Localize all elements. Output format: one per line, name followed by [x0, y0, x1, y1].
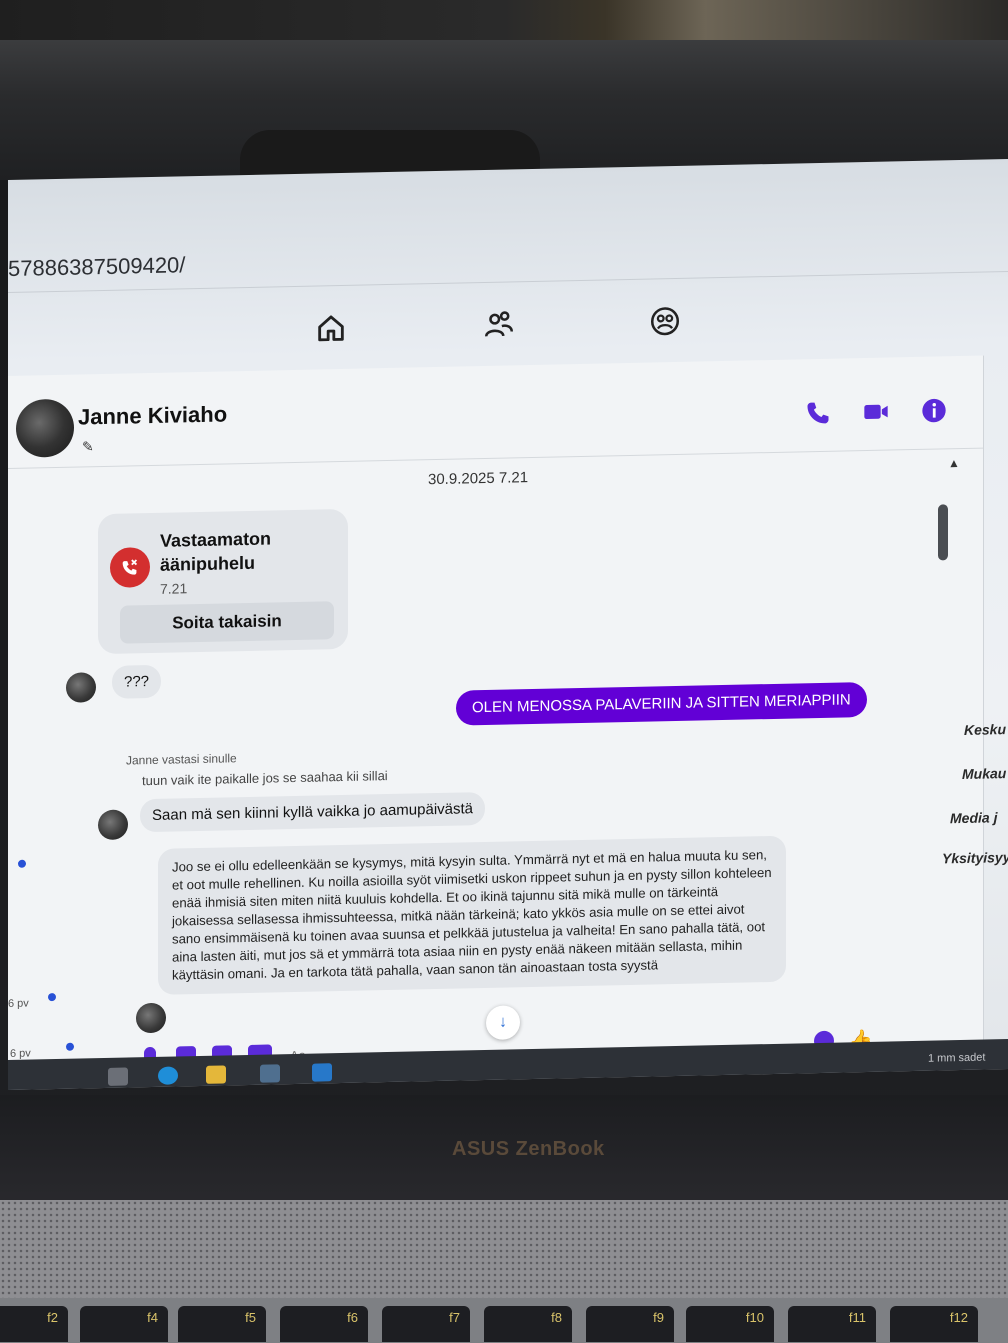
video-call-icon[interactable] [860, 395, 892, 428]
key-f10[interactable]: f10 [686, 1306, 774, 1342]
sidebar-item-privacy[interactable]: Yksityisyy [942, 849, 1008, 866]
muted-icon: ✎ [82, 438, 94, 455]
scrollbar-thumb[interactable] [938, 504, 948, 561]
sidebar-item-customize[interactable]: Mukau [962, 765, 1006, 782]
key-f6[interactable]: f6 [280, 1306, 368, 1342]
file-explorer-icon[interactable] [206, 1065, 226, 1084]
sender-avatar[interactable] [98, 809, 128, 841]
key-f7[interactable]: f7 [382, 1306, 470, 1342]
url-text: 578863875094​20/ [8, 252, 186, 281]
key-f4[interactable]: f4 [80, 1306, 168, 1342]
laptop-screen: 578863875094​20/ Janne Kiviaho ✎ [8, 159, 1008, 1090]
key-f9[interactable]: f9 [586, 1306, 674, 1342]
info-icon[interactable] [918, 394, 950, 427]
scroll-up-arrow-icon[interactable]: ▲ [948, 456, 960, 470]
key-f2[interactable]: f2 [0, 1306, 68, 1342]
function-key-row: f2 f4 f5 f6 f7 f8 f9 f10 f11 f12 [0, 1298, 1008, 1343]
sender-avatar[interactable] [136, 1002, 166, 1034]
message-bubble-incoming-long: Joo se ei ollu edelleenkään se kysymys, … [158, 835, 786, 995]
date-stamp: 30.9.2025 7.21 [428, 469, 529, 489]
quoted-message: tuun vaik ite paikalle jos se saahaa kii… [142, 768, 388, 789]
contact-avatar[interactable] [16, 398, 74, 458]
photo-frame: 578863875094​20/ Janne Kiviaho ✎ [0, 0, 1008, 1343]
contact-name[interactable]: Janne Kiviaho [78, 401, 227, 430]
home-icon[interactable] [314, 311, 348, 346]
task-view-icon[interactable] [108, 1067, 128, 1086]
key-f8[interactable]: f8 [484, 1306, 572, 1342]
message-bubble-outgoing: OLEN MENOSSA PALAVERIIN JA SITTEN MERIAP… [456, 682, 867, 726]
key-f11[interactable]: f11 [788, 1306, 876, 1342]
message-bubble-incoming: Saan mä sen kiinni kyllä vaikka jo aamup… [140, 792, 485, 833]
sidebar-item-media[interactable]: Media j [950, 809, 997, 826]
message-bubble-incoming: ??? [112, 664, 162, 699]
conversation-timestamp: 6 pv [10, 1047, 31, 1060]
missed-call-icon [110, 547, 150, 588]
speaker-grille [0, 1200, 1008, 1300]
call-back-button[interactable]: Soita takaisin [120, 601, 334, 644]
missed-call-card: Vastaamaton äänipuhelu 7.21 Soita takais… [98, 508, 348, 655]
key-f5[interactable]: f5 [178, 1306, 266, 1342]
chat-header: Janne Kiviaho ✎ [8, 355, 983, 469]
missed-call-title: Vastaamaton äänipuhelu [160, 528, 272, 575]
brand-logo: ASUS ZenBook [452, 1138, 605, 1160]
conversation-timestamp: 6 pv [8, 997, 29, 1010]
call-icon[interactable] [802, 397, 834, 430]
key-f12[interactable]: f12 [890, 1306, 978, 1342]
chat-panel: Janne Kiviaho ✎ 30.9.2025 7.21 ▲ Vastaam… [8, 355, 984, 1086]
profile-icon[interactable] [648, 304, 682, 339]
weather-tray[interactable]: 1 mm sadet [928, 1052, 985, 1065]
store-icon[interactable] [260, 1064, 280, 1083]
sender-avatar[interactable] [66, 672, 96, 703]
edge-browser-icon[interactable] [158, 1066, 178, 1085]
mail-icon[interactable] [312, 1063, 332, 1082]
people-icon[interactable] [482, 307, 516, 342]
sidebar-item-chat-info[interactable]: Kesku [964, 721, 1006, 738]
reply-label: Janne vastasi sinulle [126, 751, 237, 768]
laptop-lid-top [0, 40, 1008, 210]
missed-call-time: 7.21 [160, 580, 188, 597]
right-sidebar: Kesku Mukau Media j Yksityisyy [908, 679, 1008, 881]
